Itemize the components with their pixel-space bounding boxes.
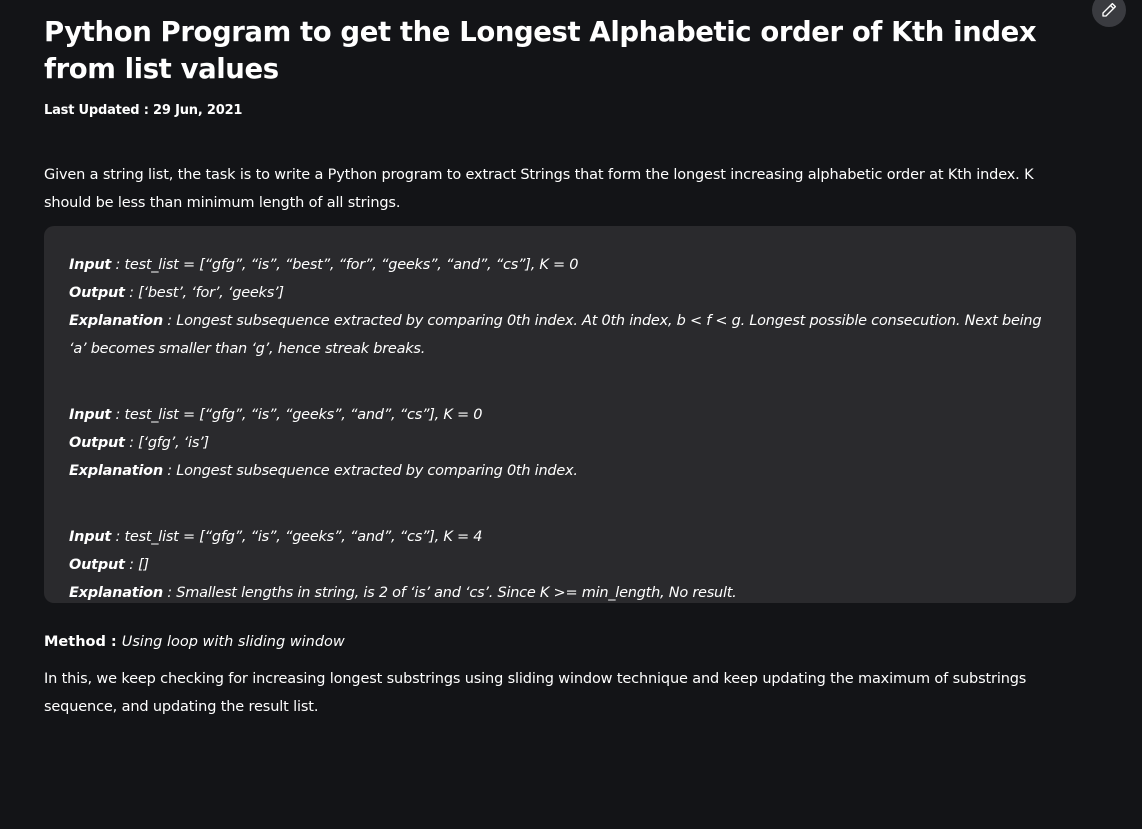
- example-explanation: : Longest subsequence extracted by compa…: [162, 463, 578, 479]
- input-label: Input: [69, 529, 112, 545]
- example-explanation: : Smallest lengths in string, is 2 of ‘i…: [162, 585, 737, 601]
- example-input: : test_list = [“gfg”, “is”, “geeks”, “an…: [111, 407, 483, 423]
- example-output: : [‘best’, ‘for’, ‘geeks’]: [124, 285, 284, 301]
- example-input: : test_list = [“gfg”, “is”, “best”, “for…: [111, 257, 579, 273]
- method-description: In this, we keep checking for increasing…: [44, 671, 1027, 715]
- explanation-label: Explanation: [69, 463, 163, 479]
- output-label: Output: [69, 285, 125, 301]
- method-line: Method : Using loop with sliding window: [44, 630, 1076, 654]
- article-title: Python Program to get the Longest Alphab…: [44, 16, 1037, 85]
- input-label: Input: [69, 257, 112, 273]
- last-updated: Last Updated : 29 Jun, 2021: [44, 103, 243, 118]
- examples-box: Input : test_list = [“gfg”, “is”, “best”…: [44, 226, 1076, 603]
- example-output: : [‘gfg’, ‘is’]: [124, 435, 209, 451]
- output-label: Output: [69, 435, 125, 451]
- method-value: Using loop with sliding window: [121, 634, 345, 650]
- pencil-icon: [1102, 2, 1117, 17]
- explanation-label: Explanation: [69, 585, 163, 601]
- example-input: : test_list = [“gfg”, “is”, “geeks”, “an…: [111, 529, 483, 545]
- edit-article-button[interactable]: [1092, 0, 1126, 27]
- example-2: Input : test_list = [“gfg”, “is”, “geeks…: [69, 401, 1051, 485]
- example-output: : []: [124, 557, 149, 573]
- method-label: Method :: [44, 634, 122, 650]
- input-label: Input: [69, 407, 112, 423]
- example-1: Input : test_list = [“gfg”, “is”, “best”…: [69, 251, 1051, 363]
- example-explanation: : Longest subsequence extracted by compa…: [69, 313, 1042, 357]
- explanation-label: Explanation: [69, 313, 163, 329]
- article-intro: Given a string list, the task is to writ…: [44, 167, 1034, 211]
- example-3: Input : test_list = [“gfg”, “is”, “geeks…: [69, 523, 1051, 607]
- output-label: Output: [69, 557, 125, 573]
- article: Python Program to get the Longest Alphab…: [44, 14, 1076, 721]
